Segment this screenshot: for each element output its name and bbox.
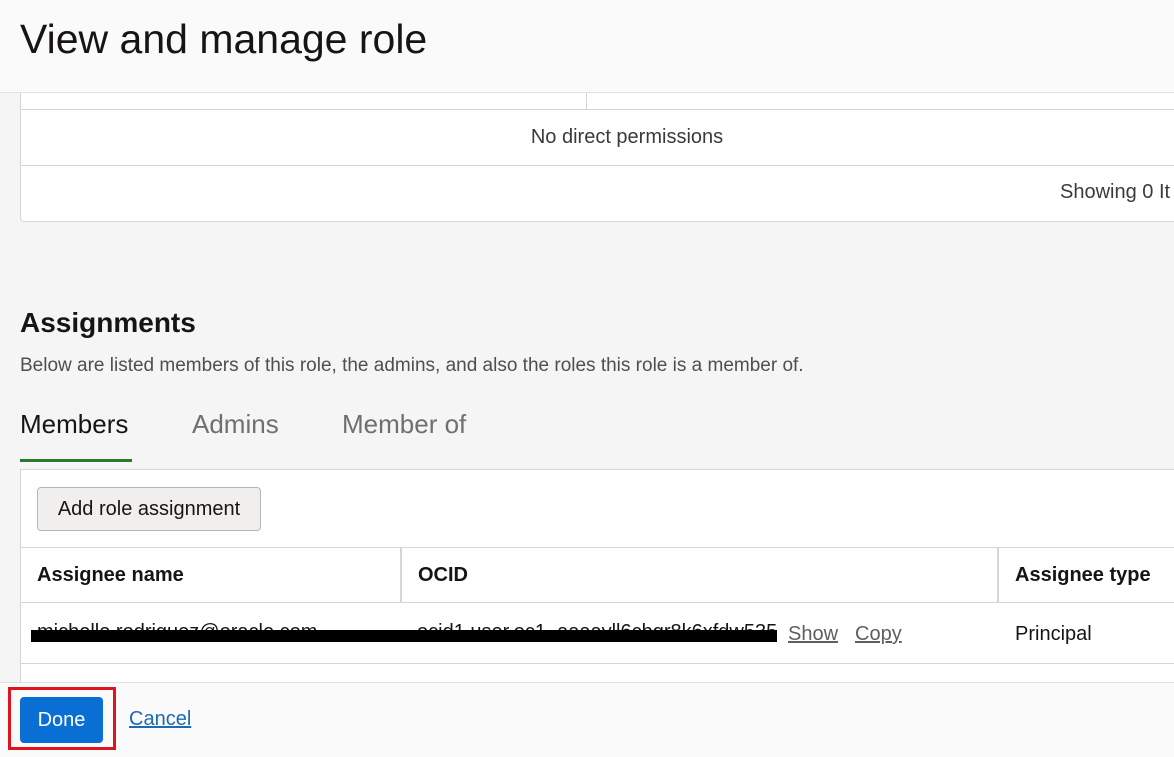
column-divider [586,93,587,110]
table-row: michelle.rodriguez@oracle.com ocid1.user… [21,603,1174,664]
copy-ocid-link[interactable]: Copy [855,623,902,646]
page-header: View and manage role [0,0,1174,93]
page-title: View and manage role [20,16,428,62]
tab-admins[interactable]: Admins [192,404,279,444]
cancel-link[interactable]: Cancel [129,708,191,731]
pagination-count: Showing 0 It [1060,181,1171,203]
members-panel: Add role assignment Assignee name OCID A… [20,469,1174,682]
active-tab-indicator [20,459,132,462]
assignee-type-cell: Principal [1015,623,1092,645]
column-header-ocid[interactable]: OCID [402,548,999,602]
tab-members[interactable]: Members [20,404,128,444]
permissions-table-header [21,93,1174,110]
empty-state-row: No direct permissions [21,110,1174,166]
add-role-assignment-button[interactable]: Add role assignment [37,487,261,531]
column-header-assignee-type[interactable]: Assignee type [999,548,1174,602]
empty-state-message: No direct permissions [530,126,724,148]
assignments-heading: Assignments [20,307,196,338]
permissions-table: No direct permissions Showing 0 It [20,93,1174,222]
members-table-header: Assignee name OCID Assignee type [21,547,1174,603]
tab-member-of[interactable]: Member of [342,404,466,444]
assignments-description: Below are listed members of this role, t… [20,355,804,376]
done-button[interactable]: Done [20,697,103,743]
show-ocid-link[interactable]: Show [788,623,838,646]
redaction-bar [31,630,777,642]
column-header-assignee-name[interactable]: Assignee name [21,548,402,602]
